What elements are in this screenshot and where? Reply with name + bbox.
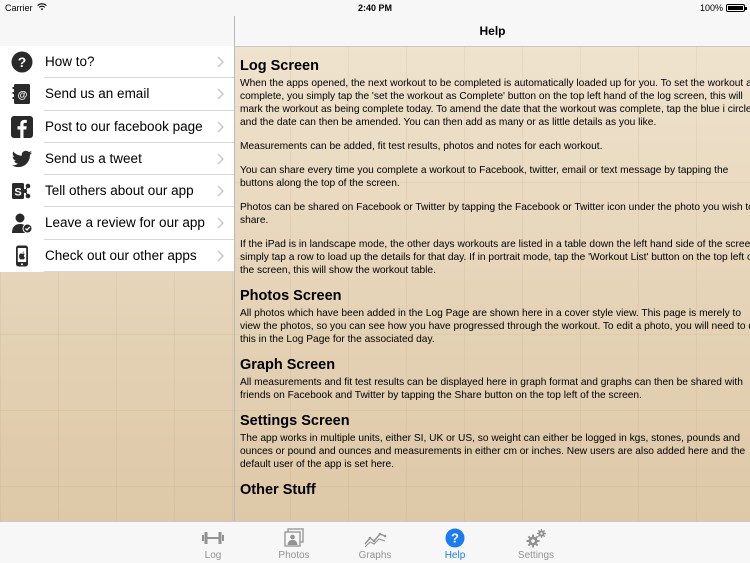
- tab-label: Settings: [517, 550, 555, 561]
- section-log-screen: Log Screen When the apps opened, the nex…: [240, 58, 750, 277]
- status-bar: Carrier 2:40 PM 100%: [0, 0, 750, 16]
- dumbbell-icon: [202, 532, 224, 544]
- photos-icon: [284, 528, 304, 547]
- paragraph: Measurements can be added, fit test resu…: [240, 141, 603, 152]
- section-settings-screen: Settings Screen The app works in multipl…: [240, 413, 750, 471]
- section-photos-screen: Photos Screen All photos which have been…: [240, 288, 750, 346]
- menu-item-review[interactable]: Leave a review for our app: [0, 207, 234, 241]
- menu-item-label: Check out our other apps: [45, 247, 197, 263]
- section-title: Log Screen: [240, 58, 319, 74]
- menu-item-twitter[interactable]: Send us a tweet: [0, 142, 234, 176]
- page-title: Help: [479, 24, 506, 38]
- review-icon: [11, 212, 33, 234]
- section-title: Photos Screen: [240, 288, 342, 304]
- chevron-right-icon: [217, 153, 224, 165]
- chevron-right-icon: [217, 56, 224, 68]
- tab-label: Help: [444, 550, 466, 561]
- twitter-icon: [11, 148, 33, 170]
- chevron-right-icon: [217, 250, 224, 262]
- section-graph-screen: Graph Screen All measurements and fit te…: [240, 357, 750, 402]
- graph-icon: [364, 532, 387, 548]
- menu-item-how-to[interactable]: ? How to?: [0, 46, 234, 79]
- menu-item-label: Post to our facebook page: [45, 118, 203, 134]
- tab-graphs[interactable]: Graphs: [340, 526, 410, 562]
- paragraph: You can share every time you complete a …: [240, 165, 729, 189]
- paragraph: When the apps opened, the next workout t…: [240, 78, 750, 128]
- paragraph: If the iPad is in landscape mode, the ot…: [240, 239, 750, 276]
- svg-text:S: S: [14, 187, 21, 199]
- menu-item-label: Send us a tweet: [45, 150, 142, 166]
- facebook-icon: [11, 115, 33, 138]
- section-title: Settings Screen: [240, 413, 350, 429]
- master-header: [0, 16, 234, 47]
- menu-item-facebook[interactable]: Post to our facebook page: [0, 110, 234, 144]
- paragraph: The app works in multiple units, either …: [240, 433, 746, 470]
- section-title: Graph Screen: [240, 357, 336, 373]
- chevron-right-icon: [217, 88, 224, 100]
- tab-bar: Log Photos Graphs ? Help Settings: [0, 521, 750, 563]
- svg-text:@: @: [18, 90, 28, 101]
- menu-item-label: Tell others about our app: [45, 183, 194, 199]
- chevron-right-icon: [217, 185, 224, 197]
- tab-log[interactable]: Log: [178, 526, 248, 562]
- chevron-right-icon: [217, 121, 224, 133]
- apps-icon: [11, 245, 33, 267]
- menu-item-label: Leave a review for our app: [45, 215, 205, 231]
- svg-text:?: ?: [451, 531, 459, 546]
- chevron-right-icon: [217, 217, 224, 230]
- section-other-stuff: Other Stuff: [240, 482, 750, 498]
- tab-settings[interactable]: Settings: [501, 526, 571, 562]
- gears-icon: [526, 529, 546, 548]
- menu-item-tell-others[interactable]: S Tell others about our app: [0, 175, 234, 208]
- menu-item-email[interactable]: @ Send us an email: [0, 78, 234, 111]
- split-view-divider: [234, 16, 235, 521]
- help-menu-list: ? How to? @ Send us an email Post to our…: [0, 46, 234, 273]
- battery-icon: [726, 4, 747, 12]
- share-icon: S: [11, 180, 33, 202]
- help-icon: ?: [445, 528, 465, 548]
- tab-label: Graphs: [358, 550, 392, 561]
- menu-item-label: Send us an email: [45, 86, 150, 102]
- help-content[interactable]: Log Screen When the apps opened, the nex…: [240, 47, 750, 521]
- battery-percent: 100%: [699, 3, 723, 13]
- paragraph: All photos which have been added in the …: [240, 308, 750, 345]
- menu-item-other-apps[interactable]: Check out our other apps: [0, 239, 234, 273]
- detail-header: Help: [235, 16, 750, 47]
- paragraph: All measurements and fit test results ca…: [240, 377, 743, 401]
- email-icon: @: [11, 83, 33, 105]
- tab-label: Log: [204, 550, 222, 561]
- menu-item-label: How to?: [45, 54, 95, 69]
- tab-label: Photos: [278, 550, 310, 561]
- status-time: 2:40 PM: [357, 3, 392, 13]
- section-title: Other Stuff: [240, 482, 316, 498]
- question-icon: ?: [11, 51, 33, 73]
- paragraph: Photos can be shared on Facebook or Twit…: [240, 202, 750, 226]
- tab-help[interactable]: ? Help: [420, 526, 490, 562]
- tab-photos[interactable]: Photos: [259, 526, 329, 562]
- svg-text:?: ?: [18, 54, 27, 70]
